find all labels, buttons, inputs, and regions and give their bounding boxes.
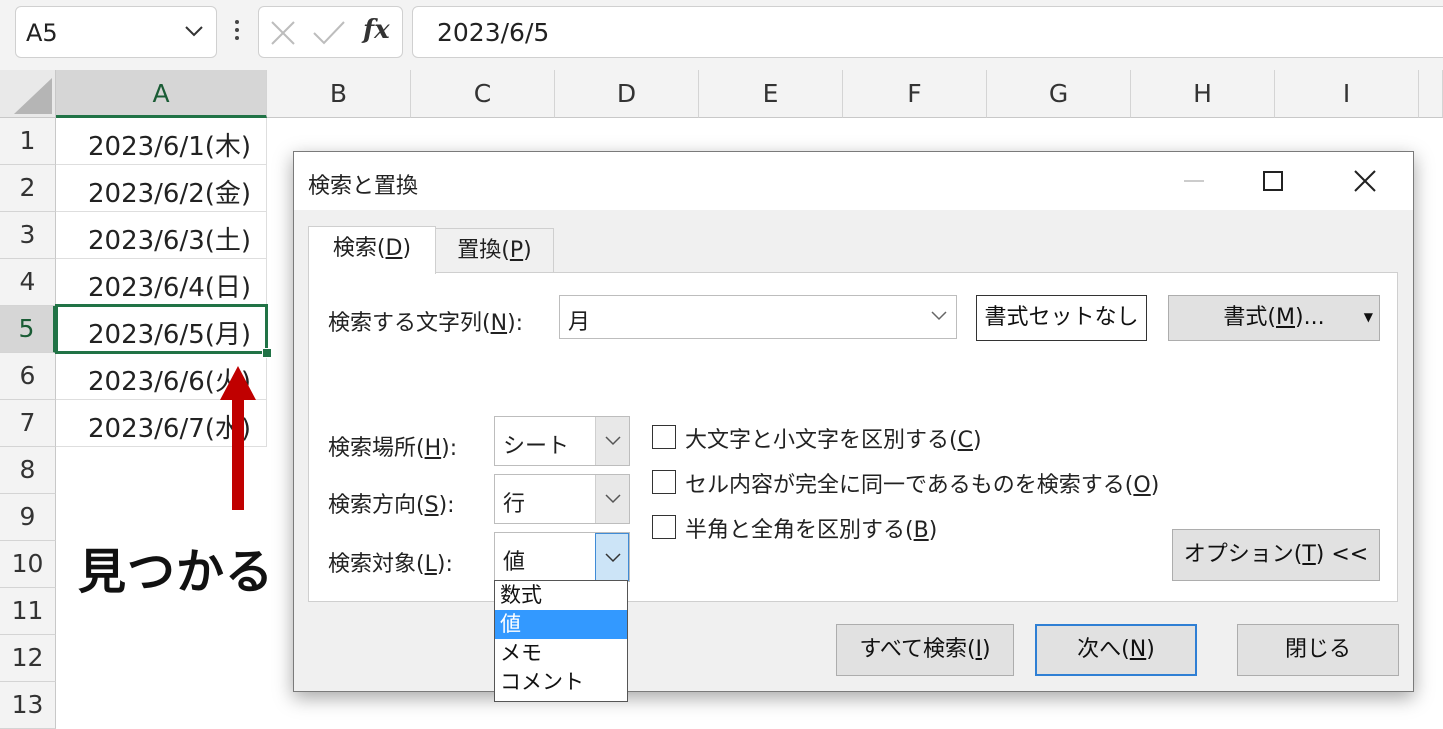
cell-a2[interactable]: 2023/6/2(金) bbox=[56, 165, 267, 212]
row-header-13[interactable]: 13 bbox=[0, 682, 56, 729]
formula-buttons: fx bbox=[258, 6, 403, 58]
column-header-a[interactable]: A bbox=[56, 70, 267, 118]
dialog-title: 検索と置換 bbox=[308, 174, 419, 199]
match-byte-checkbox[interactable] bbox=[652, 515, 676, 539]
tab-replace[interactable]: 置換(P) bbox=[436, 228, 554, 274]
found-annotation: 見つかる bbox=[78, 544, 275, 600]
format-button[interactable]: 書式(M)... ▼ bbox=[1168, 295, 1380, 341]
row-header-12[interactable]: 12 bbox=[0, 635, 56, 682]
no-format-button[interactable]: 書式セットなし bbox=[976, 295, 1147, 341]
search-input-value: 月 bbox=[568, 310, 591, 335]
cell-value: 2023/6/3(土) bbox=[88, 226, 252, 256]
close-button[interactable]: 閉じる bbox=[1237, 624, 1399, 676]
row-header-8[interactable]: 8 bbox=[0, 447, 56, 494]
row-header-10[interactable]: 10 bbox=[0, 541, 56, 588]
direction-label: 検索方向(S): bbox=[328, 493, 455, 518]
look-in-value: 値 bbox=[503, 550, 526, 575]
row-header-5[interactable]: 5 bbox=[0, 306, 56, 353]
within-label: 検索場所(H): bbox=[328, 436, 458, 461]
insert-function-icon[interactable]: fx bbox=[363, 15, 390, 45]
option-comments[interactable]: コメント bbox=[495, 668, 627, 697]
chevron-down-icon[interactable] bbox=[595, 475, 629, 523]
chevron-down-icon[interactable] bbox=[595, 417, 629, 465]
cell-a3[interactable]: 2023/6/3(土) bbox=[56, 212, 267, 259]
within-select[interactable]: シート bbox=[494, 416, 630, 466]
look-in-dropdown-list: 数式 値 メモ コメント bbox=[494, 580, 628, 702]
match-entire-cell-checkbox[interactable] bbox=[652, 470, 676, 494]
close-icon[interactable] bbox=[1324, 152, 1404, 210]
cell-a4[interactable]: 2023/6/4(日) bbox=[56, 259, 267, 306]
chevron-down-icon[interactable] bbox=[922, 296, 956, 338]
find-panel: 検索する文字列(N): 月 書式セットなし 書式(M)... ▼ 検索場所(H)… bbox=[308, 272, 1398, 602]
row-header-4[interactable]: 4 bbox=[0, 259, 56, 306]
search-string-label: 検索する文字列(N): bbox=[328, 311, 524, 336]
active-cell-border bbox=[55, 304, 268, 354]
column-header-partial[interactable] bbox=[1419, 70, 1443, 118]
maximize-icon[interactable] bbox=[1234, 152, 1314, 210]
match-entire-cell-label: セル内容が完全に同一であるものを検索する(O) bbox=[685, 473, 1160, 498]
chevron-down-icon[interactable] bbox=[182, 19, 206, 43]
find-replace-dialog: 検索と置換 検索(D) 置換(P) 検索する文字列(N): 月 書式セットなし … bbox=[293, 151, 1414, 692]
option-notes[interactable]: メモ bbox=[495, 639, 627, 668]
row-header-2[interactable]: 2 bbox=[0, 165, 56, 212]
dropdown-arrow-icon: ▼ bbox=[1363, 310, 1373, 324]
column-header-b[interactable]: B bbox=[267, 70, 411, 118]
name-box-value: A5 bbox=[26, 19, 58, 47]
cancel-icon[interactable] bbox=[269, 19, 297, 47]
match-case-label: 大文字と小文字を区別する(C) bbox=[685, 428, 982, 453]
minimize-icon[interactable] bbox=[1154, 152, 1234, 210]
more-options-icon[interactable] bbox=[229, 18, 245, 48]
formula-input[interactable]: 2023/6/5 bbox=[412, 6, 1443, 58]
row-header-1[interactable]: 1 bbox=[0, 118, 56, 165]
row-header-6[interactable]: 6 bbox=[0, 353, 56, 400]
row-header-3[interactable]: 3 bbox=[0, 212, 56, 259]
chevron-down-icon[interactable] bbox=[595, 533, 629, 581]
column-header-d[interactable]: D bbox=[555, 70, 699, 118]
find-all-button[interactable]: すべて検索(I) bbox=[836, 624, 1014, 676]
formula-bar: A5 fx 2023/6/5 bbox=[0, 0, 1443, 70]
name-box[interactable]: A5 bbox=[15, 6, 217, 58]
cell-a1[interactable]: 2023/6/1(木) bbox=[56, 118, 267, 165]
direction-select[interactable]: 行 bbox=[494, 474, 630, 524]
option-values[interactable]: 値 bbox=[495, 610, 627, 639]
match-byte-label: 半角と全角を区別する(B) bbox=[685, 518, 938, 543]
enter-check-icon[interactable] bbox=[312, 19, 346, 47]
column-header-g[interactable]: G bbox=[987, 70, 1131, 118]
dialog-titlebar[interactable]: 検索と置換 bbox=[294, 152, 1413, 210]
within-value: シート bbox=[503, 434, 570, 459]
fill-handle[interactable] bbox=[262, 348, 272, 358]
row-header-11[interactable]: 11 bbox=[0, 588, 56, 635]
red-arrow-icon bbox=[220, 366, 256, 510]
look-in-select[interactable]: 値 bbox=[494, 532, 630, 582]
row-header-9[interactable]: 9 bbox=[0, 494, 56, 541]
cell-value: 2023/6/2(金) bbox=[88, 179, 252, 209]
select-all-button[interactable] bbox=[0, 70, 56, 118]
column-header-h[interactable]: H bbox=[1131, 70, 1275, 118]
search-input[interactable]: 月 bbox=[559, 295, 957, 339]
column-header-e[interactable]: E bbox=[699, 70, 843, 118]
column-header-f[interactable]: F bbox=[843, 70, 987, 118]
column-header-i[interactable]: I bbox=[1275, 70, 1419, 118]
formula-value: 2023/6/5 bbox=[437, 18, 550, 47]
match-case-checkbox[interactable] bbox=[652, 425, 676, 449]
options-button[interactable]: オプション(T) << bbox=[1172, 529, 1380, 581]
cell-value: 2023/6/1(木) bbox=[88, 132, 252, 162]
tab-find[interactable]: 検索(D) bbox=[308, 226, 436, 274]
look-in-label: 検索対象(L): bbox=[328, 552, 453, 577]
column-header-c[interactable]: C bbox=[411, 70, 555, 118]
option-formulas[interactable]: 数式 bbox=[495, 581, 627, 610]
direction-value: 行 bbox=[503, 492, 526, 517]
cell-value: 2023/6/4(日) bbox=[88, 273, 252, 303]
row-header-7[interactable]: 7 bbox=[0, 400, 56, 447]
find-next-button[interactable]: 次へ(N) bbox=[1035, 624, 1197, 676]
